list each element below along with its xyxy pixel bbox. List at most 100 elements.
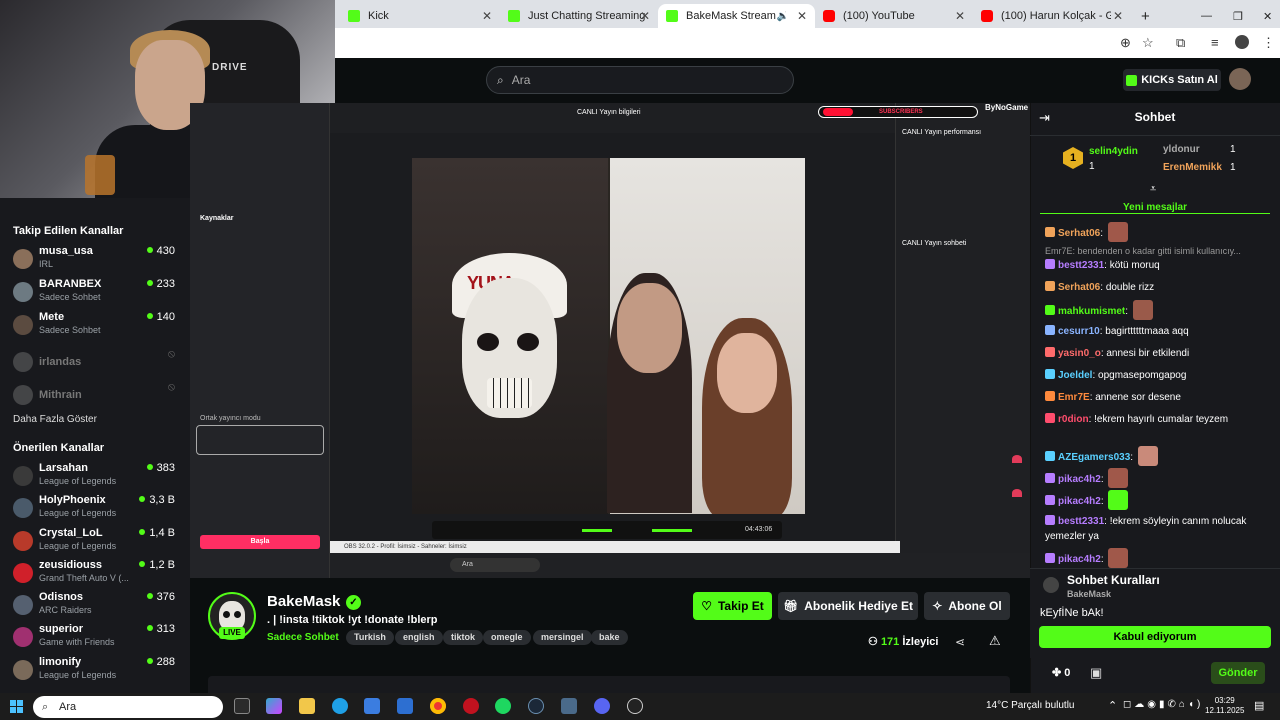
stream-tag[interactable]: Turkish bbox=[346, 630, 394, 645]
category-link[interactable]: Sadece Sohbet bbox=[267, 632, 339, 643]
tab-kick[interactable]: Kick ✕ bbox=[340, 4, 500, 28]
windows-start-icon[interactable] bbox=[10, 700, 23, 713]
stream-tag[interactable]: english bbox=[395, 630, 443, 645]
chat-username[interactable]: yasin0_o bbox=[1058, 348, 1101, 359]
subscribe-button[interactable]: ✧ Abone Ol bbox=[924, 592, 1010, 620]
close-window-button[interactable]: ✕ bbox=[1255, 4, 1275, 28]
sidebar-channel[interactable]: Larsahan League of Legends 383 bbox=[13, 462, 181, 494]
chat-username[interactable]: pikac4h2 bbox=[1058, 474, 1101, 485]
gifter-name[interactable]: ErenMemikk bbox=[1163, 162, 1222, 173]
address-bar[interactable] bbox=[335, 28, 1280, 58]
obs-icon[interactable] bbox=[627, 698, 643, 714]
media-controls-icon[interactable]: ≡ bbox=[1211, 35, 1219, 50]
chrome-icon[interactable] bbox=[430, 698, 446, 714]
streamer-name[interactable]: BakeMask bbox=[267, 593, 340, 610]
send-button[interactable]: Gönder bbox=[1211, 662, 1265, 684]
chat-username[interactable]: Serhat06 bbox=[1058, 282, 1100, 293]
tab-just-chatting[interactable]: Just Chatting Streaming - Live ✕ bbox=[500, 4, 658, 28]
user-avatar[interactable] bbox=[1229, 68, 1251, 90]
mail-icon[interactable] bbox=[397, 698, 413, 714]
copilot-icon[interactable] bbox=[266, 698, 282, 714]
spotify-icon[interactable] bbox=[495, 698, 511, 714]
maximize-button[interactable]: ❐ bbox=[1225, 4, 1245, 28]
stream-tag[interactable]: bake bbox=[591, 630, 628, 645]
chat-username[interactable]: bestt2331 bbox=[1058, 516, 1104, 527]
store-app-icon[interactable] bbox=[364, 698, 380, 714]
opera-icon[interactable] bbox=[463, 698, 479, 714]
chat-username[interactable]: pikac4h2 bbox=[1058, 496, 1101, 507]
tab-youtube[interactable]: (100) YouTube ✕ bbox=[815, 4, 973, 28]
discord-icon[interactable] bbox=[594, 698, 610, 714]
speaker-icon[interactable]: 🔈 bbox=[777, 11, 789, 22]
zoom-icon[interactable]: ⊕ bbox=[1120, 35, 1131, 51]
chat-username[interactable]: r0dion bbox=[1058, 414, 1089, 425]
chat-username[interactable]: Emr7E bbox=[1058, 392, 1090, 403]
steam-icon[interactable] bbox=[528, 698, 544, 714]
channel-avatar bbox=[13, 315, 33, 335]
sidebar-channel[interactable]: Odisnos ARC Raiders 376 bbox=[13, 591, 181, 623]
sidebar-channel[interactable]: zeusidiouss Grand Theft Auto V (... 1,2 B bbox=[13, 559, 181, 591]
sidebar-channel[interactable]: musa_usa IRL 430 bbox=[13, 245, 181, 277]
file-explorer-icon[interactable] bbox=[299, 698, 315, 714]
gifter-name[interactable]: yldonur bbox=[1163, 144, 1200, 155]
bookmark-star-icon[interactable]: ☆ bbox=[1142, 35, 1154, 51]
gifter-name[interactable]: selin4ydin bbox=[1089, 146, 1138, 157]
chat-username[interactable]: Serhat06 bbox=[1058, 228, 1100, 239]
sidebar-channel[interactable]: limonify League of Legends 288 bbox=[13, 656, 181, 688]
profile-avatar[interactable] bbox=[1235, 35, 1249, 49]
chat-username[interactable]: mahkumismet bbox=[1058, 306, 1125, 317]
chat-username[interactable]: cesurr10 bbox=[1058, 326, 1100, 337]
chat-text: !ekrem hayırlı cumalar teyzem bbox=[1094, 414, 1229, 425]
chat-username[interactable]: pikac4h2 bbox=[1058, 554, 1101, 565]
chat-username[interactable]: bestt2331 bbox=[1058, 260, 1104, 271]
buy-kicks-button[interactable]: KICKs Satın Al bbox=[1123, 69, 1221, 91]
edge-icon[interactable] bbox=[332, 698, 348, 714]
show-more-link[interactable]: Daha Fazla Göster bbox=[13, 414, 97, 425]
search-input[interactable]: ⌕ Ara bbox=[486, 66, 794, 94]
sidebar-channel[interactable]: Mithrain ⦸ bbox=[13, 381, 181, 413]
menu-icon[interactable]: ⋮ bbox=[1262, 35, 1275, 51]
tab-bakemask[interactable]: BakeMask Stream - Watch L 🔈 ✕ bbox=[658, 4, 815, 28]
new-tab-button[interactable]: + bbox=[1133, 4, 1153, 28]
tray-icons[interactable]: ◻☁◉▮✆⌂◖) bbox=[1123, 699, 1203, 710]
close-icon[interactable]: ✕ bbox=[640, 9, 650, 23]
gift-subscription-button[interactable]: 🎁︎ Abonelik Hediye Et bbox=[778, 592, 918, 620]
extensions-icon[interactable]: ⧉ bbox=[1176, 35, 1185, 51]
settings-app-icon[interactable] bbox=[561, 698, 577, 714]
kicks-balance[interactable]: ✤ 0 bbox=[1052, 666, 1070, 679]
chat-colon: : bbox=[1100, 228, 1106, 239]
task-view-icon[interactable] bbox=[234, 698, 250, 714]
sidebar-channel[interactable]: Crystal_LoL League of Legends 1,4 B bbox=[13, 527, 181, 559]
sidebar-channel[interactable]: Mete Sadece Sohbet 140 bbox=[13, 311, 181, 343]
chat-username[interactable]: AZEgamers033 bbox=[1058, 452, 1130, 463]
close-icon[interactable]: ✕ bbox=[1113, 9, 1123, 23]
weather-widget[interactable]: 14°C Parçalı bulutlu bbox=[986, 700, 1075, 711]
tab-youtube-harun[interactable]: (100) Harun Kolçak - Gir Kanım ✕ bbox=[973, 4, 1131, 28]
sidebar-channel[interactable]: irlandas ⦸ bbox=[13, 348, 181, 380]
tray-chevron-icon[interactable]: ⌃ bbox=[1108, 699, 1117, 712]
clock[interactable]: 03:29 12.11.2025 bbox=[1205, 696, 1244, 716]
taskbar-search[interactable]: ⌕ Ara bbox=[33, 696, 223, 718]
close-icon[interactable]: ✕ bbox=[797, 9, 807, 23]
chat-username[interactable]: Joeldel bbox=[1058, 370, 1092, 381]
close-icon[interactable]: ✕ bbox=[955, 9, 965, 23]
sidebar-channel[interactable]: superior Game with Friends 313 bbox=[13, 623, 181, 655]
channel-avatar bbox=[13, 466, 33, 486]
follow-button[interactable]: ♡ Takip Et bbox=[693, 592, 772, 620]
accept-rules-button[interactable]: Kabul ediyorum bbox=[1039, 626, 1271, 648]
stream-tag[interactable]: mersingel bbox=[533, 630, 592, 645]
minimize-button[interactable]: — bbox=[1193, 4, 1213, 28]
stream-tag[interactable]: tiktok bbox=[443, 630, 484, 645]
expand-gifters-icon[interactable]: ⩡ bbox=[1150, 183, 1156, 196]
stream-tag[interactable]: omegle bbox=[483, 630, 531, 645]
viewer-count: ⚇ 171 İzleyici bbox=[868, 636, 939, 648]
close-icon[interactable]: ✕ bbox=[482, 9, 492, 23]
sidebar-channel[interactable]: BARANBEX Sadece Sohbet 233 bbox=[13, 278, 181, 310]
channel-category: League of Legends bbox=[39, 476, 117, 486]
sidebar-channel[interactable]: HolyPhoenix League of Legends 3,3 B bbox=[13, 494, 181, 526]
notification-icon[interactable]: ▤ bbox=[1254, 699, 1264, 712]
report-warning-icon[interactable]: ⚠ bbox=[989, 633, 1001, 649]
video-player[interactable]: Kaynaklar Ortak yayıncı modu Başla CANLI… bbox=[190, 103, 1030, 578]
share-icon[interactable]: ⋖ bbox=[955, 635, 965, 649]
store-icon[interactable]: ▣ bbox=[1090, 665, 1102, 681]
